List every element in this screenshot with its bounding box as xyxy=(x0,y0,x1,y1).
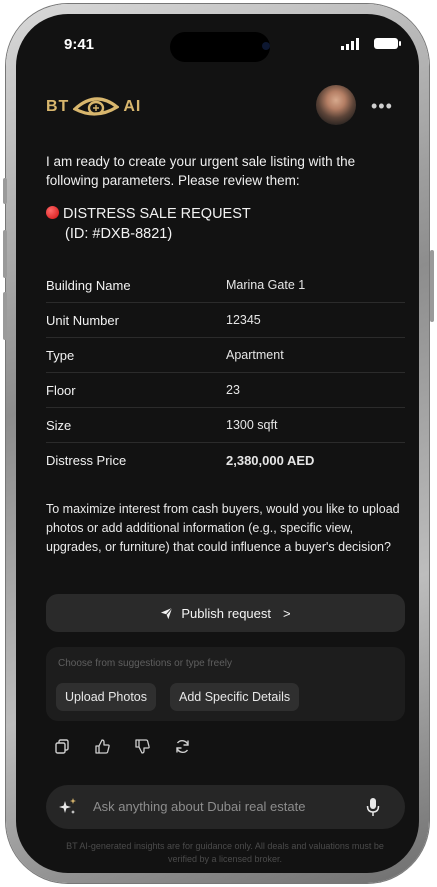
chat-input-bar[interactable]: Ask anything about Dubai real estate xyxy=(46,785,405,829)
power-button xyxy=(430,250,434,322)
camera-dot xyxy=(262,42,270,50)
request-id: (ID: #DXB-8821) xyxy=(65,226,173,242)
chat-input-placeholder[interactable]: Ask anything about Dubai real estate xyxy=(93,799,305,814)
chevron-right-icon: > xyxy=(283,605,291,621)
app-header: BT AI ••• xyxy=(16,84,419,132)
assistant-question-text: To maximize interest from cash buyers, w… xyxy=(46,502,400,554)
table-row: Distress Price 2,380,000 AED xyxy=(46,443,405,477)
logo-text-right: AI xyxy=(123,98,142,115)
send-icon xyxy=(161,607,173,619)
detail-label: Type xyxy=(46,347,75,363)
detail-label: Floor xyxy=(46,382,76,398)
battery-icon xyxy=(374,38,401,49)
add-specific-details-chip[interactable]: Add Specific Details xyxy=(170,683,300,711)
publish-request-label: Publish request xyxy=(181,605,272,621)
dynamic-island xyxy=(170,32,270,62)
bt-ai-logo: BT AI xyxy=(46,92,141,122)
upload-photos-chip[interactable]: Upload Photos xyxy=(56,683,157,711)
avatar[interactable] xyxy=(316,85,356,125)
disclaimer-text: BT AI-generated insights are for guidanc… xyxy=(66,841,384,864)
copy-icon[interactable] xyxy=(54,738,71,755)
publish-request-button[interactable]: Publish request > xyxy=(46,594,405,632)
signal-icon xyxy=(341,38,359,50)
detail-label: Distress Price xyxy=(46,452,127,468)
status-bar: 9:41 xyxy=(16,14,419,64)
suggestions-panel: Choose from suggestions or type freely U… xyxy=(46,647,405,721)
status-time: 9:41 xyxy=(64,36,95,53)
message-actions xyxy=(54,738,191,755)
more-options-icon[interactable]: ••• xyxy=(371,96,393,117)
table-row: Floor 23 xyxy=(46,373,405,408)
action-button xyxy=(3,178,7,204)
red-circle-icon xyxy=(46,206,59,219)
table-row: Type Apartment xyxy=(46,338,405,373)
detail-label: Size xyxy=(46,417,72,433)
detail-value: Marina Gate 1 xyxy=(226,278,306,292)
thumbs-down-icon[interactable] xyxy=(134,738,151,755)
distress-price-value: 2,380,000 AED xyxy=(226,452,315,468)
eye-logo-icon xyxy=(73,97,120,116)
sparkle-icon xyxy=(59,798,76,814)
detail-label: Unit Number xyxy=(46,312,119,328)
thumbs-up-icon[interactable] xyxy=(94,738,111,755)
table-row: Size 1300 sqft xyxy=(46,408,405,443)
microphone-icon[interactable] xyxy=(366,797,380,817)
volume-down-button xyxy=(3,292,7,340)
listing-details-table: Building Name Marina Gate 1 Unit Number … xyxy=(46,268,405,477)
detail-label: Building Name xyxy=(46,277,131,293)
refresh-icon[interactable] xyxy=(174,738,191,755)
app-screen: 9:41 BT AI ••• I am ready to create your… xyxy=(16,14,419,873)
detail-value: Apartment xyxy=(226,348,284,362)
table-row: Unit Number 12345 xyxy=(46,303,405,338)
assistant-intro-text: I am ready to create your urgent sale li… xyxy=(46,154,356,188)
table-row: Building Name Marina Gate 1 xyxy=(46,268,405,303)
request-title-text: DISTRESS SALE REQUEST xyxy=(63,206,251,222)
volume-up-button xyxy=(3,230,7,278)
detail-value: 1300 sqft xyxy=(226,418,278,432)
logo-text-left: BT xyxy=(46,98,70,115)
detail-value: 12345 xyxy=(226,313,261,327)
suggestions-hint: Choose from suggestions or type freely xyxy=(58,658,232,669)
request-title: DISTRESS SALE REQUEST (ID: #DXB-8821) xyxy=(46,204,251,244)
detail-value: 23 xyxy=(226,383,240,397)
